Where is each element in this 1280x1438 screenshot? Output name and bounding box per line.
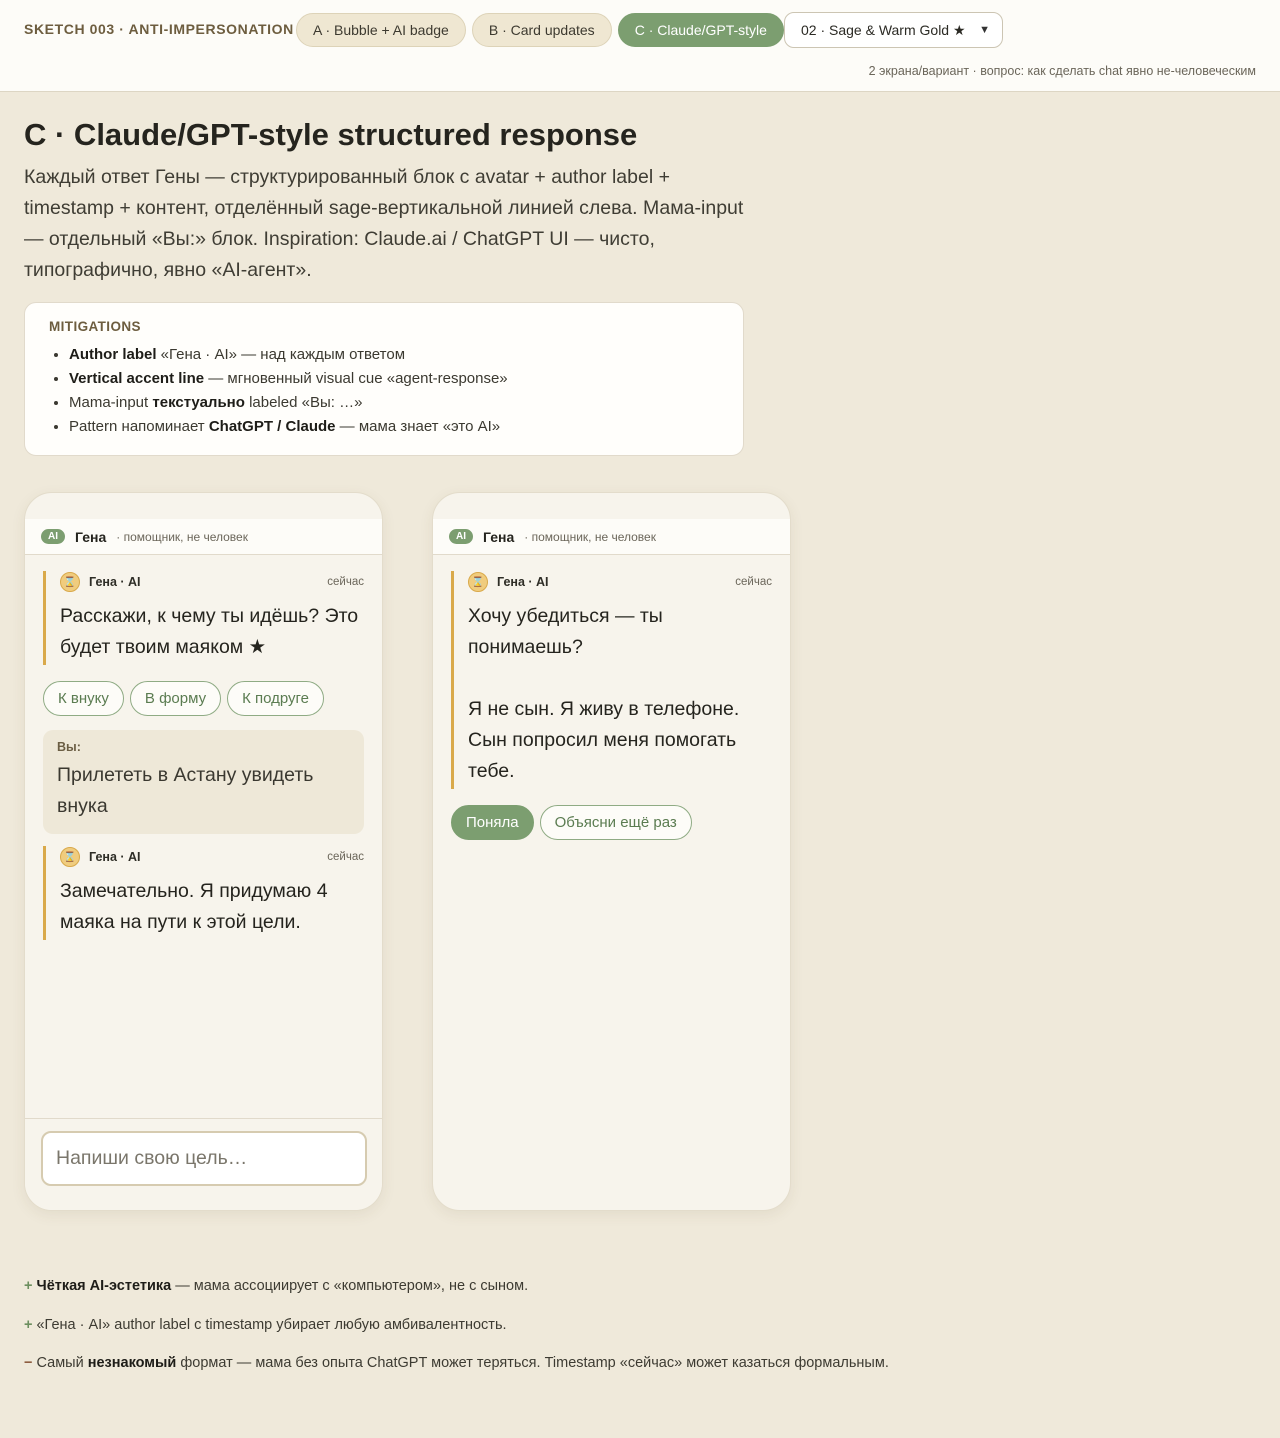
plus-sign: + xyxy=(24,1278,33,1294)
hourglass-icon: ⌛ xyxy=(60,847,80,867)
phone-status-area xyxy=(433,493,790,519)
mitigation-text: «Гена · AI» — над каждым ответом xyxy=(156,346,406,363)
mitigation-bold: текстуально xyxy=(152,394,245,411)
mitigation-bold: ChatGPT / Claude xyxy=(208,418,336,435)
quick-reply-chip[interactable]: К подруге xyxy=(227,681,325,716)
agent-subtitle: · помощник, не человек xyxy=(116,529,248,544)
explain-again-button[interactable]: Объясни ещё раз xyxy=(539,805,692,840)
quick-reply-chip[interactable]: В форму xyxy=(129,681,222,716)
tab-variant-c[interactable]: C · Claude/GPT-style xyxy=(617,13,784,47)
mitigation-item: Pattern напоминает ChatGPT / Claude — ма… xyxy=(69,415,719,439)
note-text: «Гена · AI» author label с timestamp уби… xyxy=(32,1316,507,1333)
composer xyxy=(25,1118,382,1210)
note-text: Самый xyxy=(32,1355,88,1371)
author-label: Гена · AI xyxy=(89,850,141,864)
pros-cons: + Чёткая AI-эстетика — мама ассоциирует … xyxy=(24,1276,1254,1392)
mitigation-text: labeled «Вы: …» xyxy=(244,394,363,411)
timestamp: сейчас xyxy=(327,576,364,588)
chat-thread: ⌛ Гена · AI сейчас Хочу убедиться — ты п… xyxy=(433,555,790,840)
timestamp: сейчас xyxy=(327,851,364,863)
note-text: формат — мама без опыта ChatGPT может те… xyxy=(176,1355,889,1371)
author-label: Гена · AI xyxy=(89,575,141,589)
mitigation-text: — мама знает «это AI» xyxy=(335,418,501,435)
user-message-text: Прилететь в Астану увидеть внука xyxy=(57,764,314,817)
tab-variant-a[interactable]: A · Bubble + AI badge xyxy=(296,13,466,47)
phone-screen-1: AI Гена · помощник, не человек ⌛ Гена · … xyxy=(24,492,383,1211)
agent-message: ⌛ Гена · AI сейчас Расскажи, к чему ты и… xyxy=(43,571,364,665)
mitigation-item: Author label «Гена · AI» — над каждым от… xyxy=(69,343,719,367)
phone-screen-2: AI Гена · помощник, не человек ⌛ Гена · … xyxy=(432,492,791,1211)
agent-name: Гена xyxy=(483,528,515,545)
agent-name: Гена xyxy=(75,528,107,545)
tab-variant-b[interactable]: B · Card updates xyxy=(471,13,612,47)
mitigation-item: Mama-input текстуально labeled «Вы: …» xyxy=(69,391,719,415)
pro-note: + «Гена · AI» author label с timestamp у… xyxy=(24,1315,1254,1354)
mitigation-text: — мгновенный visual cue «agent-response» xyxy=(204,370,508,387)
mitigation-text: Pattern напоминает xyxy=(69,418,209,435)
pro-note: + Чёткая AI-эстетика — мама ассоциирует … xyxy=(24,1276,1254,1315)
user-message: Вы: Прилететь в Астану увидеть внука xyxy=(43,730,364,834)
chevron-down-icon: ▼ xyxy=(979,24,990,36)
message-text: Замечательно. Я придумаю 4 маяка на пути… xyxy=(60,880,328,933)
note-bold: незнакомый xyxy=(87,1355,177,1371)
user-label: Вы: xyxy=(57,740,81,754)
agent-message: ⌛ Гена · AI сейчас Замечательно. Я приду… xyxy=(43,846,364,940)
variant-tabs: A · Bubble + AI badge B · Card updates C… xyxy=(296,13,784,47)
note-bold: Чёткая AI-эстетика xyxy=(36,1278,172,1294)
chat-header: AI Гена · помощник, не человек xyxy=(433,519,790,555)
quick-replies: Поняла Объясни ещё раз xyxy=(451,805,772,840)
sketch-title: SKETCH 003 · ANTI-IMPERSONATION xyxy=(24,21,294,37)
message-text: Расскажи, к чему ты идёшь? Это будет тво… xyxy=(60,605,359,658)
hourglass-icon: ⌛ xyxy=(468,572,488,592)
phone-status-area xyxy=(25,493,382,519)
message-paragraph: Я не сын. Я живу в телефоне. Сын попроси… xyxy=(468,698,740,782)
mitigation-bold: Author label xyxy=(69,346,157,363)
message-header: ⌛ Гена · AI сейчас xyxy=(60,571,364,593)
chat-thread: ⌛ Гена · AI сейчас Расскажи, к чему ты и… xyxy=(25,555,382,940)
top-bar: SKETCH 003 · ANTI-IMPERSONATION A · Bubb… xyxy=(0,0,1280,92)
palette-select-value: 02 · Sage & Warm Gold ★ xyxy=(801,21,966,38)
timestamp: сейчас xyxy=(735,576,772,588)
mitigation-item: Vertical accent line — мгновенный visual… xyxy=(69,367,719,391)
understood-button[interactable]: Поняла xyxy=(451,805,534,840)
agent-subtitle: · помощник, не человек xyxy=(524,529,656,544)
ai-badge: AI xyxy=(41,529,65,544)
note-text: — мама ассоциирует с «компьютером», не с… xyxy=(171,1278,529,1294)
mitigations-title: MITIGATIONS xyxy=(49,319,141,334)
chat-header: AI Гена · помощник, не человек xyxy=(25,519,382,555)
message-paragraph: Хочу убедиться — ты понимаешь? xyxy=(468,605,663,658)
quick-reply-chip[interactable]: К внуку xyxy=(43,681,124,716)
sketch-subnote: 2 экрана/вариант · вопрос: как сделать c… xyxy=(868,64,1256,78)
hourglass-icon: ⌛ xyxy=(60,572,80,592)
goal-input[interactable] xyxy=(41,1131,367,1186)
agent-message: ⌛ Гена · AI сейчас Хочу убедиться — ты п… xyxy=(451,571,772,789)
mitigations-list: Author label «Гена · AI» — над каждым от… xyxy=(49,343,719,439)
author-label: Гена · AI xyxy=(497,575,549,589)
variant-description: Каждый ответ Гены — структурированный бл… xyxy=(24,166,744,281)
ai-badge: AI xyxy=(449,529,473,544)
mitigation-text: Mama-input xyxy=(69,394,153,411)
con-note: − Самый незнакомый формат — мама без опы… xyxy=(24,1353,1254,1392)
quick-replies: К внуку В форму К подруге xyxy=(43,681,364,716)
message-text: Хочу убедиться — ты понимаешь? Я не сын.… xyxy=(468,601,772,789)
message-header: ⌛ Гена · AI сейчас xyxy=(468,571,772,593)
page-title: C · Claude/GPT-style structured response xyxy=(24,117,638,152)
mitigations-card: MITIGATIONS Author label «Гена · AI» — н… xyxy=(24,302,744,456)
palette-select[interactable]: 02 · Sage & Warm Gold ★ ▼ xyxy=(784,12,1003,48)
mitigation-bold: Vertical accent line xyxy=(69,370,205,387)
message-header: ⌛ Гена · AI сейчас xyxy=(60,846,364,868)
